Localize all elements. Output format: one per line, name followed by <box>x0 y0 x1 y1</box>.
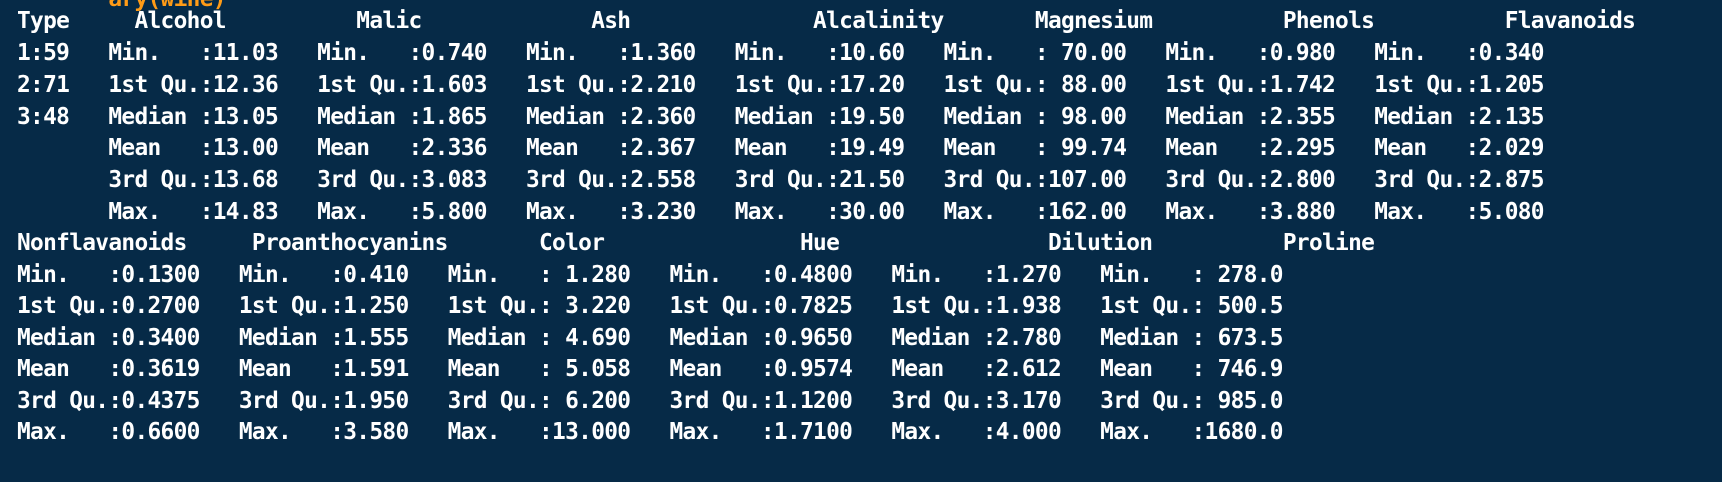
summary-row: 3:48 Median :13.05 Median :1.865 Median … <box>17 104 1545 130</box>
summary-row: 1:59 Min. :11.03 Min. :0.740 Min. :1.360… <box>17 40 1545 66</box>
summary-row: 2:71 1st Qu.:12.36 1st Qu.:1.603 1st Qu.… <box>17 72 1545 98</box>
summary-row: Max. :14.83 Max. :5.800 Max. :3.230 Max.… <box>17 199 1544 225</box>
summary-row: Median :0.3400 Median :1.555 Median : 4.… <box>17 325 1284 351</box>
summary-row: 1st Qu.:0.2700 1st Qu.:1.250 1st Qu.: 3.… <box>17 293 1284 319</box>
summary-header-row-1: Type Alcohol Malic Ash Alcalinity Magnes… <box>17 8 1636 34</box>
summary-row: Mean :13.00 Mean :2.336 Mean :2.367 Mean… <box>17 135 1544 161</box>
terminal-window[interactable]: ary(wine) Type Alcohol Malic Ash Alcalin… <box>0 0 1722 482</box>
summary-row: 3rd Qu.:0.4375 3rd Qu.:1.950 3rd Qu.: 6.… <box>17 388 1284 414</box>
summary-row: Min. :0.1300 Min. :0.410 Min. : 1.280 Mi… <box>17 262 1284 288</box>
summary-row: Mean :0.3619 Mean :1.591 Mean : 5.058 Me… <box>17 356 1284 382</box>
summary-header-row-2: Nonflavanoids Proanthocyanins Color Hue … <box>17 230 1375 256</box>
summary-row: Max. :0.6600 Max. :3.580 Max. :13.000 Ma… <box>17 419 1284 445</box>
summary-row: 3rd Qu.:13.68 3rd Qu.:3.083 3rd Qu.:2.55… <box>17 167 1544 193</box>
